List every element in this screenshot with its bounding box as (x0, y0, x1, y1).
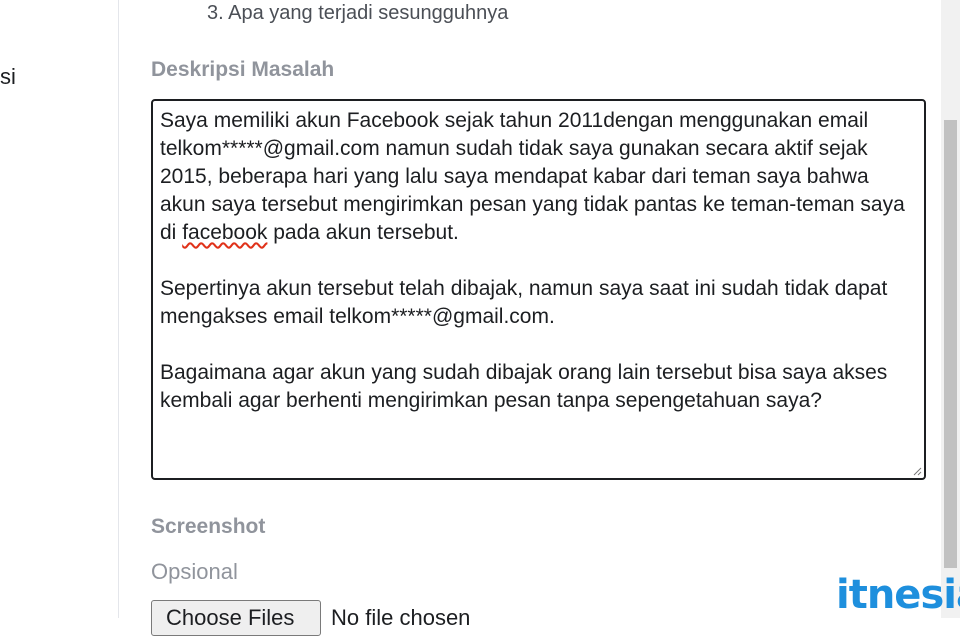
optional-label: Opsional (151, 559, 238, 584)
watermark-logo: itnesia (836, 572, 960, 618)
scrollbar-thumb[interactable] (944, 120, 957, 568)
resize-handle-icon[interactable] (912, 466, 922, 476)
choose-files-button[interactable]: Choose Files (151, 600, 321, 636)
misspelled-word: facebook (182, 221, 268, 244)
left-sidebar: si (0, 0, 119, 618)
no-file-label: No file chosen (331, 605, 471, 630)
description-para1-end: pada akun tersebut. (267, 221, 459, 244)
report-form: 3. Apa yang terjadi sesungguhnya Deskrip… (119, 0, 941, 636)
step-list-item-3: 3. Apa yang terjadi sesungguhnya (207, 2, 509, 24)
vertical-scrollbar[interactable] (941, 0, 960, 618)
description-para2: Sepertinya akun tersebut telah dibajak, … (160, 277, 894, 328)
description-para3: Bagaimana agar akun yang sudah dibajak o… (160, 361, 894, 412)
description-textarea[interactable]: Saya memiliki akun Facebook sejak tahun … (151, 99, 926, 480)
screenshot-heading: Screenshot (151, 515, 266, 538)
sidebar-text-fragment: si (0, 64, 16, 89)
description-heading: Deskripsi Masalah (151, 58, 335, 81)
